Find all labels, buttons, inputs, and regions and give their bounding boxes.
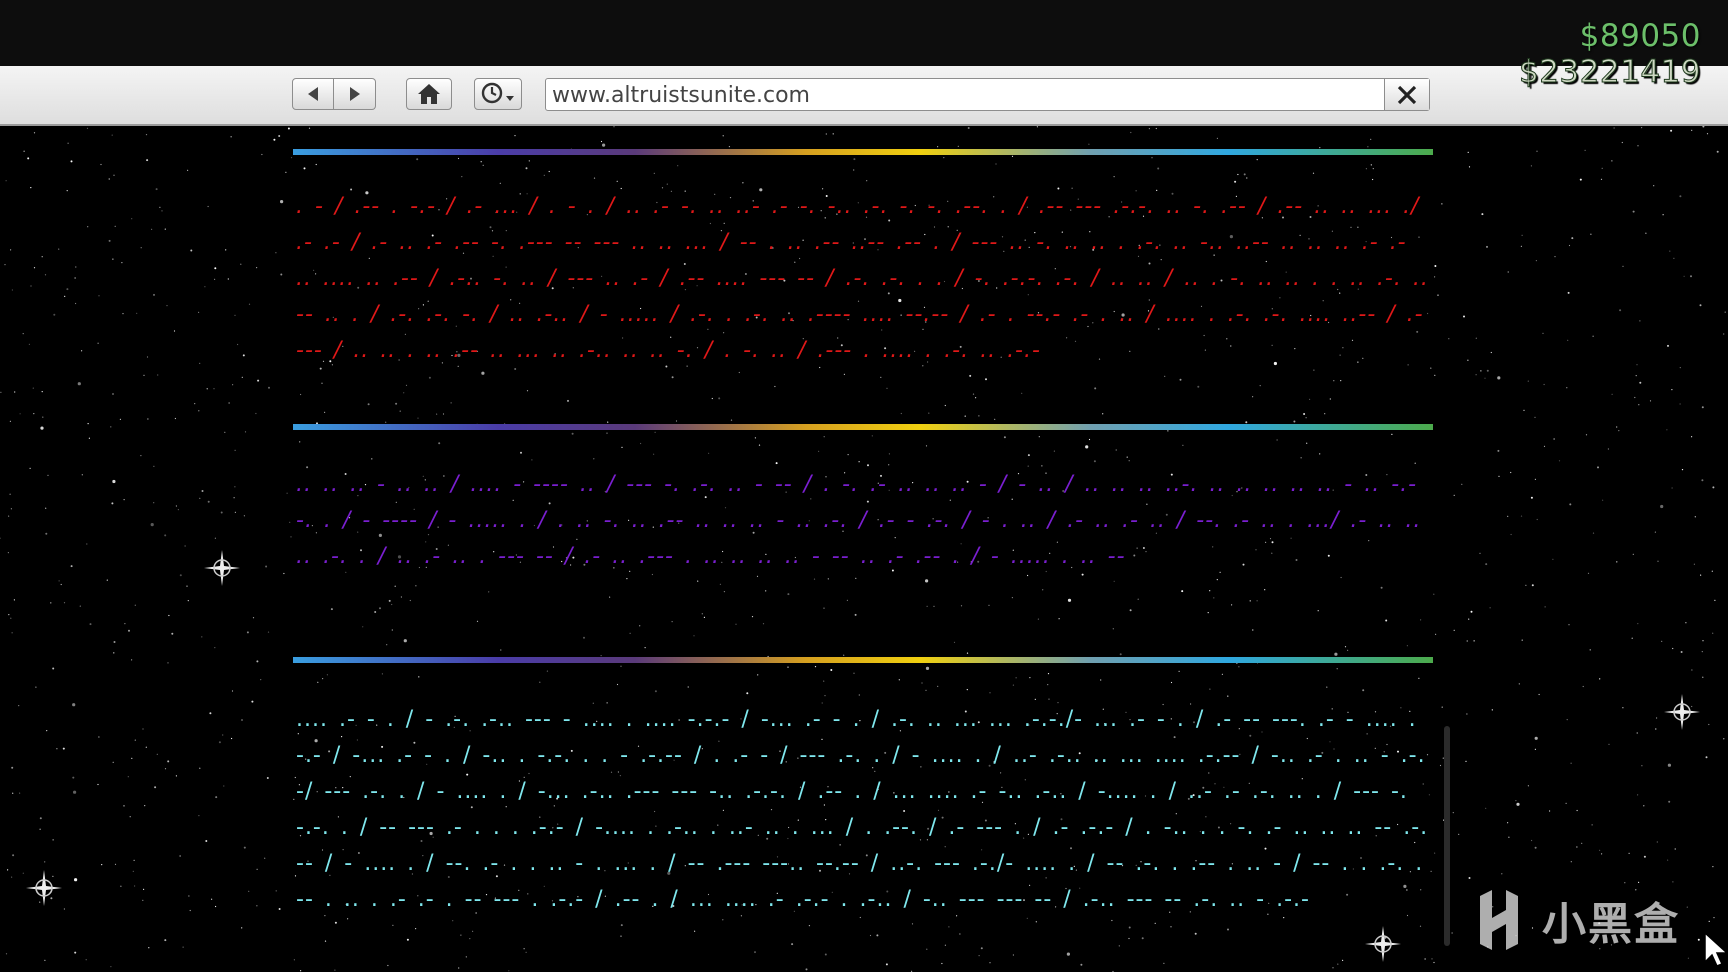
page-scrollbar[interactable] <box>1444 726 1450 946</box>
bank-cash: $23221419 <box>1518 54 1701 91</box>
sparkle-icon <box>1664 694 1700 730</box>
wallet-cash: $89050 <box>1579 18 1701 54</box>
close-icon <box>1397 85 1417 104</box>
morse-code-block-cyan: .... .- - . / - .-. .-.. --- - .... . ..… <box>296 707 1429 912</box>
url-text[interactable]: www.altruistsunite.com <box>552 83 810 108</box>
forward-button[interactable] <box>334 78 376 110</box>
address-bar[interactable]: www.altruistsunite.com <box>545 78 1430 111</box>
history-clock-icon <box>481 82 514 104</box>
nav-buttons <box>292 78 376 112</box>
rainbow-divider <box>293 657 1433 663</box>
history-button[interactable] <box>474 78 522 110</box>
sparkle-icon <box>1365 926 1401 962</box>
sparkle-icon <box>204 550 240 586</box>
home-group <box>406 78 452 112</box>
rainbow-divider <box>293 424 1433 430</box>
clear-url-button[interactable] <box>1384 79 1429 110</box>
home-icon <box>418 84 440 104</box>
back-button[interactable] <box>292 78 334 110</box>
web-page-content: . - / .-- . -.- / .- ... / . - . / .. .-… <box>0 126 1728 972</box>
back-arrow-icon <box>308 87 318 101</box>
morse-code-block-purple: .. .. .. - .. .. / .... - ---- .. / --- … <box>296 472 1422 569</box>
sparkle-icon <box>26 870 62 906</box>
watermark-text: 小黑盒 <box>1542 899 1680 950</box>
browser-toolbar: www.altruistsunite.com <box>0 66 1728 126</box>
heybox-logo-icon <box>1480 890 1518 950</box>
morse-code-block-red: . - / .-- . -.- / .- ... / . - . / .. .-… <box>296 194 1429 363</box>
forward-arrow-icon <box>349 87 360 101</box>
watermark: 小黑盒 <box>1470 888 1680 952</box>
home-button[interactable] <box>406 78 452 110</box>
top-bar <box>0 0 1728 66</box>
history-group <box>474 78 522 112</box>
rainbow-divider <box>293 149 1433 155</box>
mouse-cursor-icon <box>1704 932 1728 967</box>
